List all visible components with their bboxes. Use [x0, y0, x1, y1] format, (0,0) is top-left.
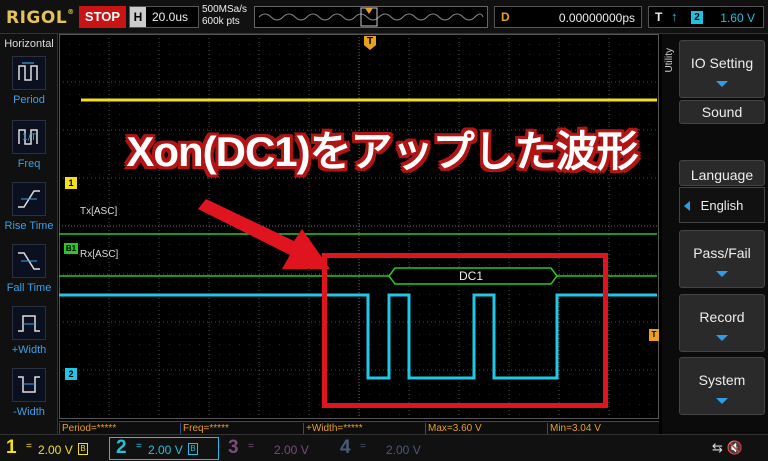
bus-marker[interactable]: B1 [64, 243, 78, 254]
channel-2-scale: 2.00 V [148, 443, 183, 457]
dc-coupling-icon: = [248, 441, 254, 452]
record-button[interactable]: Record [679, 294, 765, 352]
channel-bar: 1 = 2.00 V B 2 = 2.00 V B 3 = 2.00 V 4 =… [0, 434, 768, 461]
measure-rise-time-label: Rise Time [4, 220, 54, 232]
highlight-box [322, 253, 608, 408]
acquisition-info: 500MSa/s 600k pts [202, 4, 247, 28]
channel-4-scale: 2.00 V [386, 443, 421, 457]
channel-1-number: 1 [6, 437, 17, 458]
channel-3-number: 3 [228, 437, 239, 458]
tx-label: Tx[ASC] [80, 206, 118, 217]
trigger-level: 1.60 V [720, 11, 755, 25]
trigger-key: T [655, 10, 663, 24]
system-label: System [698, 372, 746, 388]
channel-1[interactable]: 1 = 2.00 V B [6, 437, 106, 460]
dc-coupling-icon: = [136, 441, 142, 452]
registered-mark: ® [67, 8, 75, 16]
measure-pos-width[interactable]: +Width [0, 306, 58, 368]
chevron-down-icon [716, 335, 728, 341]
dc-coupling-icon: = [360, 441, 366, 452]
usb-icon: ⇆ 🔇 [712, 440, 743, 455]
io-setting-label: IO Setting [690, 55, 754, 71]
sample-rate: 500MSa/s [202, 4, 248, 15]
status-bar: RIGOL® STOP H 20.0us 500MSa/s 600k pts D… [0, 0, 768, 34]
channel-1-scale: 2.00 V [38, 443, 73, 457]
memory-overview[interactable] [254, 6, 488, 28]
channel-3-scale: 2.00 V [274, 443, 309, 457]
measure-rise-time[interactable]: Rise Time [0, 182, 58, 244]
measurement-bar: Period=***** Freq=***** +Width=***** Max… [59, 421, 659, 435]
pass-fail-button[interactable]: Pass/Fail [679, 230, 765, 288]
measure-period[interactable]: Period [0, 56, 58, 118]
language-value: English [700, 198, 744, 213]
bandwidth-icon: B [78, 443, 88, 455]
timebase-key: H [130, 7, 146, 27]
ch2-marker[interactable]: 2 [65, 368, 77, 380]
brand-name: RIGOL [6, 8, 68, 28]
measure-period-label: Period [13, 94, 45, 106]
timebase-value: 20.0us [152, 10, 189, 24]
timebase-box[interactable]: H 20.0us [129, 6, 199, 28]
trigger-source-badge: 2 [691, 11, 703, 24]
channel-3[interactable]: 3 = 2.00 V [228, 437, 328, 460]
brand-logo: RIGOL® [6, 8, 75, 28]
neg-width-icon [12, 368, 46, 402]
rise-time-icon [12, 182, 46, 216]
measure-pos-width-label: +Width [11, 344, 47, 356]
measure-neg-width[interactable]: -Width [0, 368, 58, 430]
trigger-box[interactable]: T ↑ 2 1.60 V [648, 6, 764, 28]
channel-2[interactable]: 2 = 2.00 V B [116, 437, 216, 460]
red-arrow-icon [198, 199, 330, 269]
rx-label: Rx[ASC] [80, 249, 119, 260]
delay-box[interactable]: D 0.00000000ps [494, 6, 642, 28]
measure-fall-time-label: Fall Time [6, 282, 52, 294]
memory-depth: 600k pts [202, 16, 240, 27]
delay-value: 0.00000000ps [558, 11, 635, 25]
dc-coupling-icon: = [26, 441, 32, 452]
run-stop-indicator[interactable]: STOP [79, 6, 126, 28]
measure-neg-width-label: -Width [13, 406, 45, 418]
memory-overview-graphic [258, 7, 484, 27]
horizontal-measure-panel: Horizontal Period 1/T Freq Rise Time Fal… [0, 34, 58, 434]
channel-4[interactable]: 4 = 2.00 V [340, 437, 440, 460]
measure-fall-time[interactable]: Fall Time [0, 244, 58, 306]
ch1-marker[interactable]: 1 [65, 177, 77, 189]
channel-2-number: 2 [116, 437, 127, 458]
panel-title: Horizontal [4, 38, 54, 50]
system-button[interactable]: System [679, 357, 765, 415]
rising-edge-icon: ↑ [671, 9, 678, 24]
chevron-down-icon [716, 271, 728, 277]
fall-time-icon [12, 244, 46, 278]
language-selector[interactable]: English [679, 187, 765, 223]
trigger-level-marker[interactable]: T [649, 329, 659, 341]
chevron-down-icon [716, 81, 728, 87]
period-icon [12, 56, 46, 90]
channel-4-number: 4 [340, 437, 351, 458]
io-setting-button[interactable]: IO Setting [679, 40, 765, 98]
record-label: Record [699, 309, 745, 325]
menu-title: Utility [664, 48, 675, 73]
delay-key: D [501, 10, 510, 24]
bandwidth-icon: B [188, 443, 198, 455]
pass-fail-label: Pass/Fail [693, 245, 751, 261]
chevron-down-icon [716, 398, 728, 404]
headline-caption: Xon(DC1)をアップした波形 [126, 128, 638, 175]
pos-width-icon [12, 306, 46, 340]
